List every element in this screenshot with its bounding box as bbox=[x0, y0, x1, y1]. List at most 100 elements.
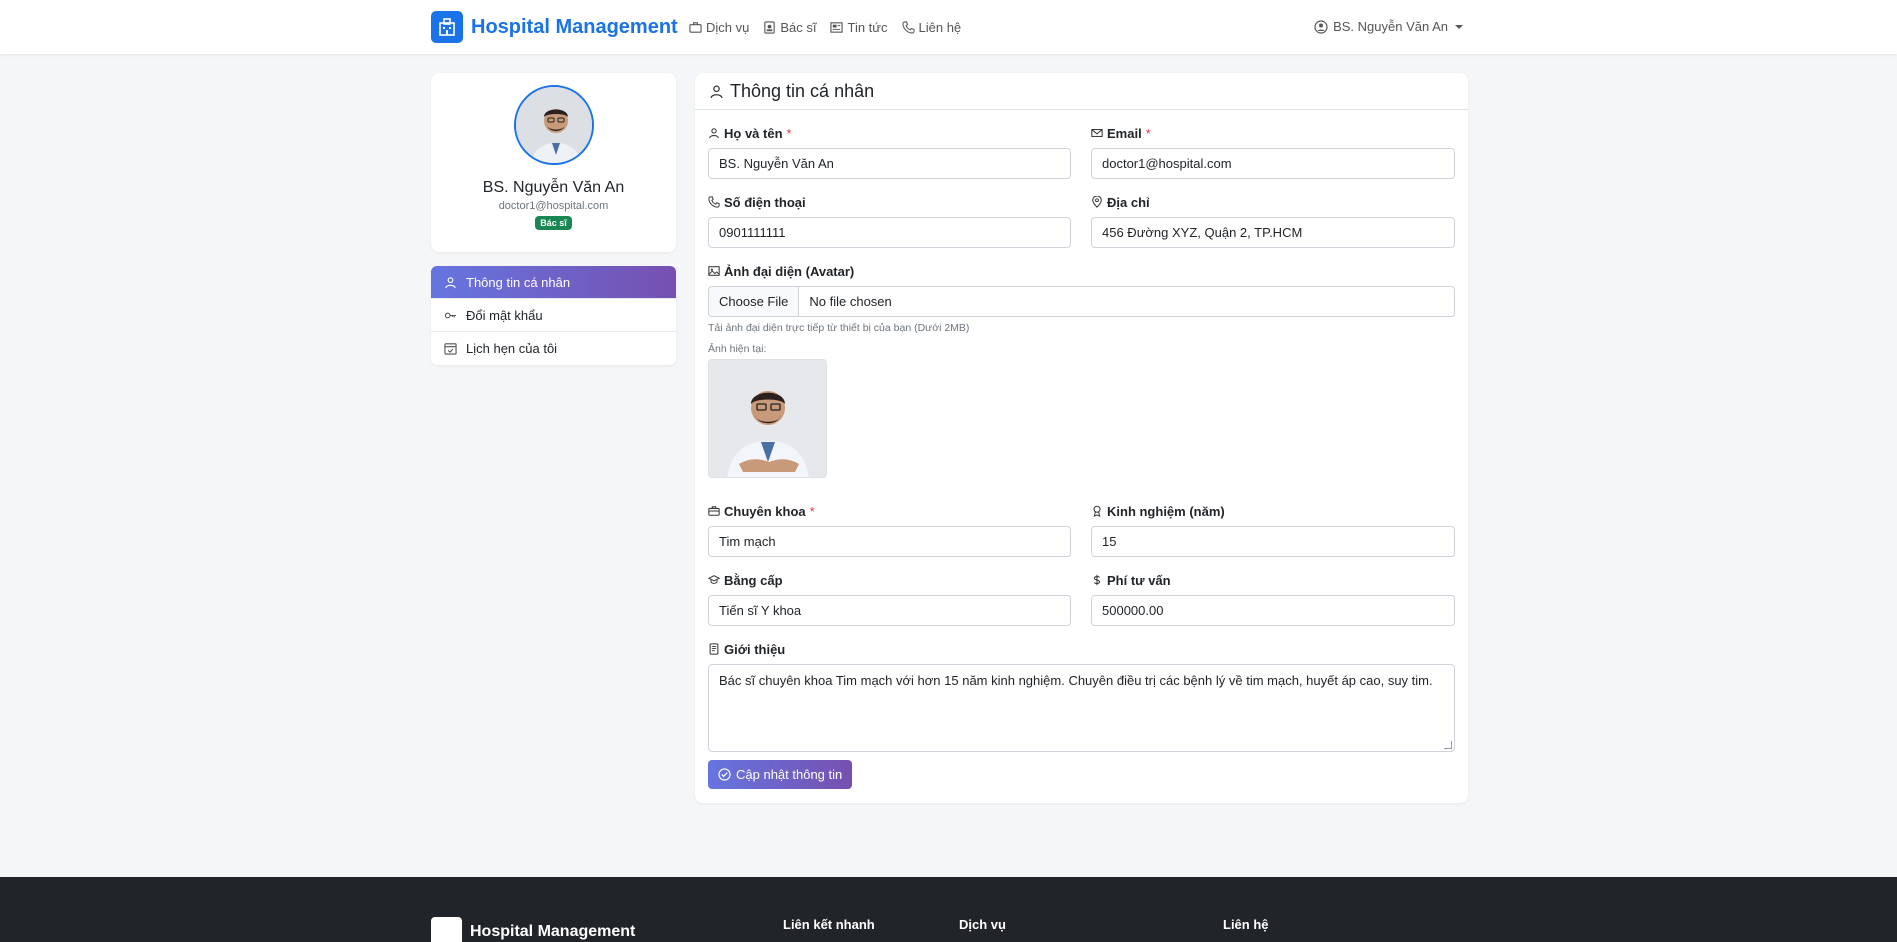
sidebar-item-appointments[interactable]: Lịch hẹn của tôi bbox=[431, 332, 676, 365]
newspaper-icon bbox=[830, 22, 844, 33]
card-header: Thông tin cá nhân bbox=[695, 73, 1468, 110]
phone-icon bbox=[901, 21, 915, 34]
sidebar-item-label: Thông tin cá nhân bbox=[466, 274, 571, 290]
key-icon bbox=[444, 312, 457, 318]
nav-link-label: Tin tức bbox=[847, 20, 888, 35]
update-profile-label: Cập nhật thông tin bbox=[736, 767, 843, 782]
user-icon bbox=[710, 85, 723, 98]
footer: Hospital Management Liên kết nhanh Dịch … bbox=[0, 877, 1897, 942]
footer-heading-quick-links: Liên kết nhanh bbox=[783, 917, 875, 932]
fullname-group: Họ và tên * BS. Nguyễn Văn An bbox=[708, 125, 1071, 179]
user-icon bbox=[445, 276, 456, 288]
phone-icon bbox=[708, 196, 720, 208]
id-badge-icon bbox=[764, 21, 776, 34]
user-circle-icon bbox=[1314, 19, 1328, 34]
choose-file-button[interactable]: Choose File bbox=[709, 287, 800, 316]
caret-down-icon bbox=[1455, 24, 1463, 29]
current-avatar-label: Ảnh hiện tại: bbox=[708, 343, 767, 355]
address-label: Địa chỉ bbox=[1091, 194, 1455, 210]
update-profile-button[interactable]: Cập nhật thông tin bbox=[708, 760, 853, 789]
phone-group: Số điện thoại 0901111111 bbox=[708, 194, 1071, 248]
fullname-label: Họ và tên * bbox=[708, 125, 1071, 141]
fee-input[interactable]: 500000.00 bbox=[1091, 595, 1455, 626]
briefcase-icon bbox=[689, 22, 702, 33]
envelope-icon bbox=[1091, 129, 1103, 137]
specialty-label: Chuyên khoa * bbox=[708, 503, 1071, 519]
sidebar-item-label: Lịch hẹn của tôi bbox=[466, 341, 558, 356]
avatar bbox=[513, 85, 594, 165]
calendar-check-icon bbox=[444, 343, 457, 355]
fee-label: Phí tư vấn bbox=[1091, 572, 1455, 588]
nav-link-label: Bác sĩ bbox=[780, 20, 817, 35]
email-label: Email * bbox=[1091, 125, 1455, 141]
experience-group: Kinh nghiệm (năm) 15 bbox=[1091, 503, 1455, 557]
sidebar-item-label: Đổi mật khẩu bbox=[466, 307, 543, 323]
intro-textarea[interactable]: Bác sĩ chuyên khoa Tim mạch với hơn 15 n… bbox=[708, 664, 1455, 752]
avatar-file-input[interactable]: Choose File No file chosen bbox=[708, 286, 1455, 317]
address-group: Địa chỉ 456 Đường XYZ, Quận 2, TP.HCM bbox=[1091, 194, 1455, 248]
nav-link-news[interactable]: Tin tức bbox=[830, 20, 888, 35]
email-input[interactable]: doctor1@hospital.com bbox=[1091, 148, 1455, 179]
sidebar-menu: Thông tin cá nhân Đổi mật khẩu Lịch hẹn … bbox=[431, 266, 676, 365]
page-title: Thông tin cá nhân bbox=[730, 80, 875, 101]
brand-link[interactable]: Hospital Management bbox=[431, 11, 678, 43]
profile-email: doctor1@hospital.com bbox=[498, 200, 609, 212]
degree-input[interactable]: Tiến sĩ Y khoa bbox=[708, 595, 1071, 626]
nav-link-label: Dịch vụ bbox=[706, 20, 750, 35]
degree-label: Bằng cấp bbox=[708, 572, 1071, 588]
avatar-help-text: Tải ảnh đại diện trực tiếp từ thiết bị c… bbox=[708, 322, 970, 334]
avatar-group: Ảnh đại diện (Avatar) Choose File No fil… bbox=[708, 263, 1455, 478]
brand-name: Hospital Management bbox=[471, 15, 678, 38]
experience-input[interactable]: 15 bbox=[1091, 526, 1455, 557]
required-mark: * bbox=[786, 125, 792, 141]
footer-heading-contact: Liên hệ bbox=[1223, 917, 1269, 932]
map-pin-icon bbox=[1092, 196, 1102, 208]
profile-name: BS. Nguyễn Văn An bbox=[482, 179, 625, 196]
hospital-icon bbox=[431, 917, 462, 942]
profile-form-card: Thông tin cá nhân Họ và tên * BS. Nguyễn… bbox=[695, 73, 1468, 803]
user-name: BS. Nguyễn Văn An bbox=[1333, 19, 1448, 34]
resize-handle-icon[interactable] bbox=[1444, 741, 1452, 749]
sidebar-item-profile[interactable]: Thông tin cá nhân bbox=[431, 266, 676, 299]
award-icon bbox=[1093, 505, 1101, 517]
profile-card: BS. Nguyễn Văn An doctor1@hospital.com B… bbox=[431, 73, 676, 252]
hospital-icon bbox=[431, 11, 463, 43]
image-icon bbox=[708, 266, 720, 276]
mortarboard-icon bbox=[708, 575, 720, 584]
experience-label: Kinh nghiệm (năm) bbox=[1091, 503, 1455, 519]
degree-group: Bằng cấp Tiến sĩ Y khoa bbox=[708, 572, 1071, 626]
current-avatar-image bbox=[708, 359, 827, 478]
role-badge: Bác sĩ bbox=[535, 216, 572, 230]
specialty-group: Chuyên khoa * Tim mạch bbox=[708, 503, 1071, 557]
nav-link-contact[interactable]: Liên hệ bbox=[901, 20, 962, 35]
check-circle-icon bbox=[718, 768, 731, 781]
fullname-input[interactable]: BS. Nguyễn Văn An bbox=[708, 148, 1071, 179]
nav-link-label: Liên hệ bbox=[918, 20, 962, 35]
phone-label: Số điện thoại bbox=[708, 194, 1071, 210]
dollar-icon bbox=[1093, 574, 1101, 586]
specialty-input[interactable]: Tim mạch bbox=[708, 526, 1071, 557]
avatar-label: Ảnh đại diện (Avatar) bbox=[708, 263, 1455, 279]
document-icon bbox=[709, 643, 719, 655]
user-dropdown[interactable]: BS. Nguyễn Văn An bbox=[1314, 19, 1463, 34]
nav-link-doctors[interactable]: Bác sĩ bbox=[763, 20, 816, 35]
email-group: Email * doctor1@hospital.com bbox=[1091, 125, 1455, 179]
intro-group: Giới thiệu Bác sĩ chuyên khoa Tim mạch v… bbox=[708, 641, 1455, 752]
footer-brand[interactable]: Hospital Management bbox=[431, 917, 635, 942]
intro-label: Giới thiệu bbox=[708, 641, 1455, 657]
footer-brand-name: Hospital Management bbox=[470, 923, 636, 940]
required-mark: * bbox=[809, 503, 815, 519]
nav-link-services[interactable]: Dịch vụ bbox=[689, 20, 749, 35]
user-icon bbox=[709, 128, 719, 139]
required-mark: * bbox=[1145, 125, 1151, 141]
nav-links: Dịch vụ Bác sĩ Tin tức Liên hệ bbox=[689, 20, 961, 35]
phone-input[interactable]: 0901111111 bbox=[708, 217, 1071, 248]
file-status: No file chosen bbox=[809, 294, 892, 309]
intro-text: Bác sĩ chuyên khoa Tim mạch với hơn 15 n… bbox=[719, 673, 1433, 688]
navbar: Hospital Management Dịch vụ Bác sĩ Tin t… bbox=[0, 0, 1897, 54]
fee-group: Phí tư vấn 500000.00 bbox=[1091, 572, 1455, 626]
address-input[interactable]: 456 Đường XYZ, Quận 2, TP.HCM bbox=[1091, 217, 1455, 248]
footer-heading-services: Dịch vụ bbox=[959, 917, 1006, 932]
sidebar-item-change-password[interactable]: Đổi mật khẩu bbox=[431, 299, 676, 332]
briefcase-icon bbox=[708, 506, 720, 516]
